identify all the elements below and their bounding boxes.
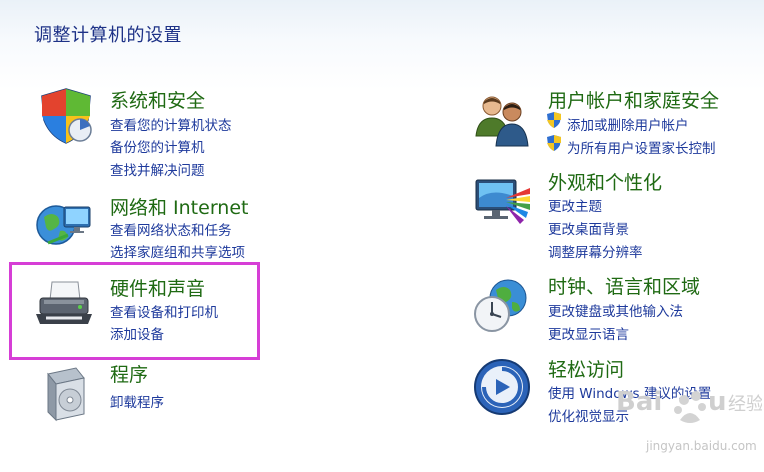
link-parental-controls[interactable]: 为所有用户设置家长控制 (567, 137, 716, 157)
clock-globe-icon[interactable] (472, 276, 532, 336)
link-network-status[interactable]: 查看网络状态和任务 (110, 219, 232, 239)
shield-windows-icon[interactable] (36, 86, 96, 146)
users-icon[interactable] (472, 90, 532, 150)
ease-of-access-icon[interactable] (472, 357, 532, 417)
category-title-ease[interactable]: 轻松访问 (548, 355, 624, 382)
link-add-remove-accounts[interactable]: 添加或删除用户帐户 (567, 114, 689, 134)
category-title-appearance[interactable]: 外观和个性化 (548, 168, 662, 195)
svg-text:Bai: Bai (616, 387, 662, 417)
link-backup-computer[interactable]: 备份您的计算机 (110, 136, 205, 156)
svg-text:u: u (708, 387, 727, 417)
page-title: 调整计算机的设置 (34, 25, 182, 46)
monitor-palette-icon[interactable] (472, 174, 532, 234)
watermark-url: jingyan.baidu.com (646, 439, 757, 453)
category-appearance: 外观和个性化 更改主题 更改桌面背景 调整屏幕分辨率 (472, 168, 752, 261)
category-title-users[interactable]: 用户帐户和家庭安全 (548, 86, 719, 113)
uac-shield-icon (547, 112, 561, 128)
link-homegroup-sharing[interactable]: 选择家庭组和共享选项 (110, 241, 245, 261)
link-screen-resolution[interactable]: 调整屏幕分辨率 (548, 241, 643, 261)
link-desktop-background[interactable]: 更改桌面背景 (548, 218, 629, 238)
category-clock-language: 时钟、语言和区域 更改键盘或其他输入法 更改显示语言 (472, 272, 752, 348)
globe-network-icon[interactable] (34, 195, 94, 255)
category-system-security: 系统和安全 查看您的计算机状态 备份您的计算机 查找并解决问题 (34, 86, 334, 186)
category-title-network[interactable]: 网络和 Internet (110, 193, 248, 220)
software-box-icon[interactable] (36, 364, 96, 424)
highlight-box (9, 262, 260, 360)
uac-shield-icon (547, 135, 561, 151)
link-change-theme[interactable]: 更改主题 (548, 195, 602, 215)
category-title-clock[interactable]: 时钟、语言和区域 (548, 272, 700, 299)
category-programs: 程序 卸载程序 (34, 360, 254, 440)
category-network-internet: 网络和 Internet 查看网络状态和任务 选择家庭组和共享选项 (34, 193, 334, 263)
link-troubleshoot[interactable]: 查找并解决问题 (110, 159, 205, 179)
link-view-computer-status[interactable]: 查看您的计算机状态 (110, 114, 232, 134)
baidu-watermark-logo: Bai u 经验 (616, 387, 762, 423)
link-change-display-language[interactable]: 更改显示语言 (548, 323, 629, 343)
link-change-input-method[interactable]: 更改键盘或其他输入法 (548, 300, 683, 320)
category-title-system[interactable]: 系统和安全 (110, 86, 205, 113)
category-user-accounts: 用户帐户和家庭安全 添加或删除用户帐户 为所有用户设置家长控制 (472, 86, 752, 166)
svg-text:经验: 经验 (728, 394, 762, 415)
link-uninstall-program[interactable]: 卸载程序 (110, 391, 164, 411)
category-title-programs[interactable]: 程序 (110, 360, 148, 387)
